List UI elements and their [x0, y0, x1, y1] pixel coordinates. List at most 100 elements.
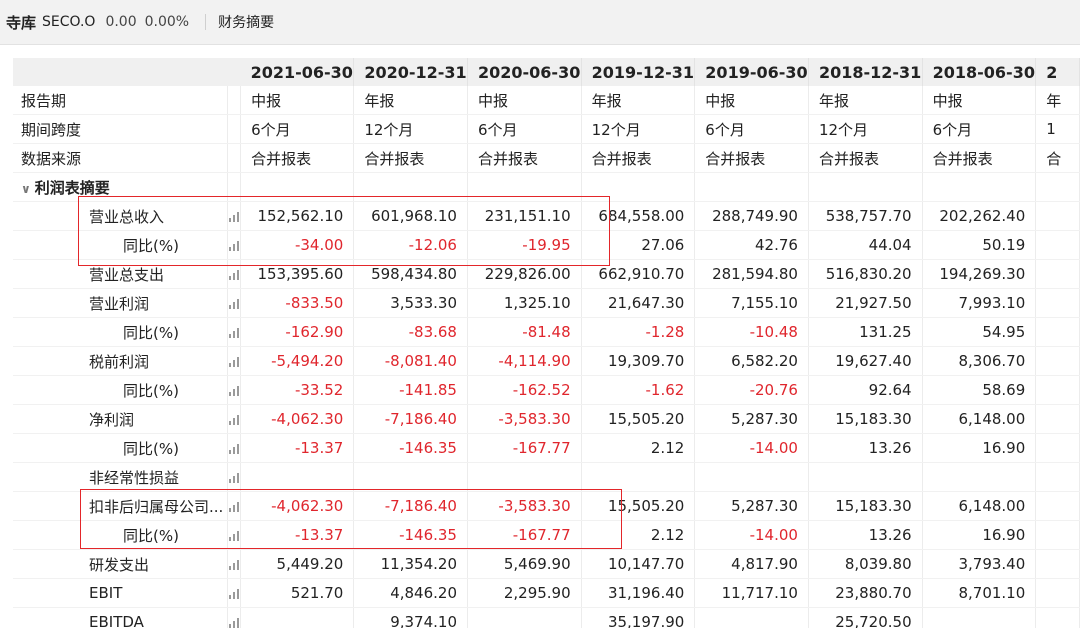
- meta-cell: 中报: [240, 86, 355, 115]
- bar-chart-icon[interactable]: [228, 588, 239, 599]
- value-cell: -81.48: [467, 317, 582, 347]
- value-cell: 9,374.10: [353, 607, 468, 628]
- chart-cell: [227, 346, 242, 376]
- column-header-date[interactable]: 2020-12-31: [353, 58, 468, 86]
- meta-cell: 合并报表: [922, 143, 1037, 173]
- chart-cell: [227, 201, 242, 231]
- empty-cell: [808, 172, 923, 202]
- bar-chart-icon[interactable]: [228, 443, 239, 454]
- row-label: EBIT: [13, 578, 228, 608]
- meta-cell: 合并报表: [581, 143, 696, 173]
- value-cell: 6,148.00: [922, 491, 1037, 521]
- value-cell: -162.90: [240, 317, 355, 347]
- value-cell: -146.35: [353, 433, 468, 463]
- table-row: EBITDA 9,374.10 35,197.90 25,720.50: [13, 607, 1080, 628]
- value-cell: [240, 462, 355, 492]
- empty-cell: [694, 172, 809, 202]
- value-cell: -5,494.20: [240, 346, 355, 376]
- meta-cell: 12个月: [581, 114, 696, 144]
- column-header-date[interactable]: 2018-06-30: [922, 58, 1037, 86]
- chart-cell: [227, 433, 242, 463]
- row-label: 营业利润: [13, 288, 228, 318]
- bar-chart-icon[interactable]: [228, 385, 239, 396]
- value-cell: 538,757.70: [808, 201, 923, 231]
- column-header-date[interactable]: 2020-06-30: [467, 58, 582, 86]
- chart-cell-empty: [227, 172, 242, 202]
- row-label: 非经常性损益: [13, 462, 228, 492]
- meta-cell: 中报: [922, 86, 1037, 115]
- bar-chart-icon[interactable]: [228, 269, 239, 280]
- value-cell: 684,558.00: [581, 201, 696, 231]
- bar-chart-icon[interactable]: [228, 501, 239, 512]
- value-cell: [694, 607, 809, 628]
- value-cell: [353, 462, 468, 492]
- meta-cell: 1: [1035, 114, 1080, 144]
- value-cell: 13.26: [808, 433, 923, 463]
- empty-cell: [1035, 259, 1080, 289]
- value-cell: 662,910.70: [581, 259, 696, 289]
- empty-cell: [1035, 578, 1080, 608]
- table-row: 同比(%) -34.00 -12.06 -19.95 27.06 42.76 44.04 50…: [13, 230, 1080, 260]
- row-label: EBITDA: [13, 607, 228, 628]
- column-header-date[interactable]: 2021-06-30: [240, 58, 355, 86]
- financial-summary-table: 2021-06-30 2020-12-31 2020-06-30 2019-12-31…: [13, 58, 1080, 628]
- value-cell: 5,469.90: [467, 549, 582, 579]
- value-cell: -10.48: [694, 317, 809, 347]
- bar-chart-icon[interactable]: [228, 298, 239, 309]
- value-cell: 21,927.50: [808, 288, 923, 318]
- bar-chart-icon[interactable]: [228, 559, 239, 570]
- section-row: ∨ 利润表摘要: [13, 172, 1080, 202]
- value-cell: -3,583.30: [467, 404, 582, 434]
- value-cell: [581, 462, 696, 492]
- value-cell: 8,701.10: [922, 578, 1037, 608]
- bar-chart-icon[interactable]: [228, 472, 239, 483]
- header-label-cell: [13, 58, 227, 86]
- row-label: 研发支出: [13, 549, 228, 579]
- bar-chart-icon[interactable]: [228, 617, 239, 628]
- column-header-date[interactable]: 2019-06-30: [694, 58, 809, 86]
- bar-chart-icon[interactable]: [228, 327, 239, 338]
- meta-cell: 6个月: [240, 114, 355, 144]
- empty-cell: [1035, 520, 1080, 550]
- bar-chart-icon[interactable]: [228, 240, 239, 251]
- section-toggle[interactable]: ∨ 利润表摘要: [13, 172, 228, 202]
- bar-chart-icon[interactable]: [228, 530, 239, 541]
- bar-chart-icon[interactable]: [228, 356, 239, 367]
- meta-cell: 合并报表: [467, 143, 582, 173]
- row-label: 净利润: [13, 404, 228, 434]
- financial-table-container[interactable]: 2021-06-30 2020-12-31 2020-06-30 2019-12-31…: [13, 58, 1080, 628]
- value-cell: -1.62: [581, 375, 696, 405]
- meta-cell: 合并报表: [694, 143, 809, 173]
- value-cell: -19.95: [467, 230, 582, 260]
- column-header-date[interactable]: 2018-12-31: [808, 58, 923, 86]
- tab-financial-summary[interactable]: 财务摘要: [218, 12, 274, 32]
- row-label: 期间跨度: [13, 114, 228, 144]
- bar-chart-icon[interactable]: [228, 211, 239, 222]
- column-header-date[interactable]: 2: [1035, 58, 1080, 86]
- chart-cell-empty: [227, 143, 242, 173]
- bar-chart-icon[interactable]: [228, 414, 239, 425]
- meta-cell: 年报: [808, 86, 923, 115]
- empty-cell: [1035, 404, 1080, 434]
- value-cell: 42.76: [694, 230, 809, 260]
- meta-cell: 中报: [467, 86, 582, 115]
- meta-row: 数据来源 合并报表 合并报表 合并报表 合并报表 合并报表 合并报表 合并报表合: [13, 143, 1080, 173]
- value-cell: -13.37: [240, 520, 355, 550]
- value-cell: 2,295.90: [467, 578, 582, 608]
- meta-cell: 年报: [353, 86, 468, 115]
- value-cell: -7,186.40: [353, 491, 468, 521]
- value-cell: 16.90: [922, 433, 1037, 463]
- meta-row: 期间跨度 6个月 12个月 6个月 12个月 6个月 12个月 6个月 1: [13, 114, 1080, 144]
- section-title: 利润表摘要: [34, 178, 110, 197]
- value-cell: 6,582.20: [694, 346, 809, 376]
- value-cell: 19,309.70: [581, 346, 696, 376]
- value-cell: 2.12: [581, 520, 696, 550]
- column-header-date[interactable]: 2019-12-31: [581, 58, 696, 86]
- value-cell: -14.00: [694, 520, 809, 550]
- row-label: 营业总收入: [13, 201, 228, 231]
- value-cell: 15,183.30: [808, 404, 923, 434]
- table-row: 营业总支出 153,395.60 598,434.80 229,826.00 662,9…: [13, 259, 1080, 289]
- value-cell: 8,039.80: [808, 549, 923, 579]
- chevron-down-icon[interactable]: ∨: [21, 182, 31, 196]
- row-label: 同比(%): [13, 230, 228, 260]
